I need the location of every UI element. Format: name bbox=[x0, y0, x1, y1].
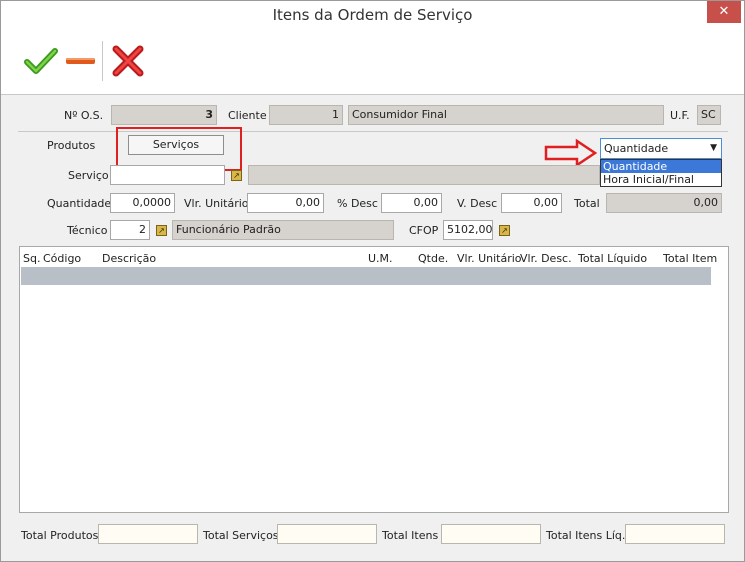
col-codigo[interactable]: Código bbox=[43, 252, 81, 265]
chevron-down-icon: ▼ bbox=[710, 143, 717, 153]
total-servicos-label: Total Serviços bbox=[203, 529, 279, 542]
servico-label: Serviço bbox=[68, 169, 109, 182]
close-button[interactable]: ✕ bbox=[707, 1, 741, 23]
title-bar: Itens da Ordem de Serviço ✕ bbox=[1, 1, 744, 31]
col-vlr-desc[interactable]: Vlr. Desc. bbox=[520, 252, 572, 265]
total-itens-liq-field bbox=[625, 524, 725, 544]
percent-desc-input[interactable]: 0,00 bbox=[381, 193, 442, 213]
total-itens-liq-label: Total Itens Líq. bbox=[546, 529, 626, 542]
x-icon bbox=[112, 45, 144, 77]
total-itens-field bbox=[441, 524, 541, 544]
table-row[interactable] bbox=[21, 267, 711, 285]
arrow-right-icon bbox=[544, 138, 598, 168]
remove-button[interactable] bbox=[63, 43, 99, 79]
os-number-field: 3 bbox=[111, 105, 217, 125]
dialog-window: Itens da Ordem de Serviço ✕ Nº O.S. 3 Cl… bbox=[0, 0, 745, 562]
total-servicos-field bbox=[277, 524, 377, 544]
tecnico-name-field: Funcionário Padrão bbox=[172, 220, 394, 240]
tecnico-label: Técnico bbox=[67, 224, 108, 237]
col-sq[interactable]: Sq. bbox=[23, 252, 40, 265]
col-um[interactable]: U.M. bbox=[368, 252, 393, 265]
toolbar bbox=[1, 31, 744, 95]
tipo-select-value: Quantidade bbox=[604, 142, 669, 155]
option-hora-inicial-final[interactable]: Hora Inicial/Final bbox=[601, 173, 721, 186]
servico-code-input[interactable] bbox=[110, 165, 225, 185]
col-vlr-unitario[interactable]: Vlr. Unitário bbox=[457, 252, 522, 265]
tecnico-id-input[interactable]: 2 bbox=[110, 220, 150, 240]
os-label: Nº O.S. bbox=[64, 109, 104, 122]
toolbar-separator bbox=[102, 41, 103, 81]
col-descricao[interactable]: Descrição bbox=[102, 252, 156, 265]
quantidade-input[interactable]: 0,0000 bbox=[110, 193, 175, 213]
total-itens-label: Total Itens bbox=[382, 529, 439, 542]
window-title: Itens da Ordem de Serviço bbox=[272, 6, 473, 24]
confirm-button[interactable] bbox=[23, 43, 59, 79]
col-total-item[interactable]: Total Item bbox=[663, 252, 717, 265]
servico-lookup-icon[interactable]: ↗ bbox=[231, 170, 242, 181]
cliente-label: Cliente bbox=[228, 109, 267, 122]
col-total-liquido[interactable]: Total Líquido bbox=[578, 252, 647, 265]
tipo-dropdown-list: Quantidade Hora Inicial/Final bbox=[600, 159, 722, 187]
vlr-unitario-label: Vlr. Unitário bbox=[184, 197, 249, 210]
items-grid[interactable]: Sq. Código Descrição U.M. Qtde. Vlr. Uni… bbox=[19, 246, 729, 513]
cliente-name-field: Consumidor Final bbox=[348, 105, 664, 125]
check-icon bbox=[24, 48, 58, 74]
percent-desc-label: % Desc bbox=[337, 197, 378, 210]
total-field: 0,00 bbox=[606, 193, 722, 213]
cfop-input[interactable]: 5102,00 bbox=[443, 220, 493, 240]
cliente-id-field: 1 bbox=[269, 105, 343, 125]
quantidade-label: Quantidade bbox=[47, 197, 112, 210]
produtos-radio[interactable]: Produtos bbox=[47, 139, 95, 152]
vlr-unitario-input[interactable]: 0,00 bbox=[247, 193, 324, 213]
total-produtos-label: Total Produtos bbox=[21, 529, 99, 542]
grid-header: Sq. Código Descrição U.M. Qtde. Vlr. Uni… bbox=[20, 247, 728, 267]
tecnico-lookup-icon[interactable]: ↗ bbox=[156, 225, 167, 236]
servico-desc-field bbox=[248, 165, 600, 185]
uf-label: U.F. bbox=[670, 109, 690, 122]
total-produtos-field bbox=[98, 524, 198, 544]
tipo-select[interactable]: Quantidade ▼ bbox=[600, 138, 722, 159]
valor-desc-label: V. Desc bbox=[457, 197, 498, 210]
uf-field: SC bbox=[697, 105, 721, 125]
valor-desc-input[interactable]: 0,00 bbox=[501, 193, 562, 213]
total-label: Total bbox=[574, 197, 600, 210]
cfop-lookup-icon[interactable]: ↗ bbox=[499, 225, 510, 236]
cancel-button[interactable] bbox=[110, 43, 146, 79]
col-qtde[interactable]: Qtde. bbox=[418, 252, 448, 265]
cfop-label: CFOP bbox=[409, 224, 439, 237]
option-quantidade[interactable]: Quantidade bbox=[601, 160, 721, 173]
minus-icon bbox=[66, 58, 95, 64]
